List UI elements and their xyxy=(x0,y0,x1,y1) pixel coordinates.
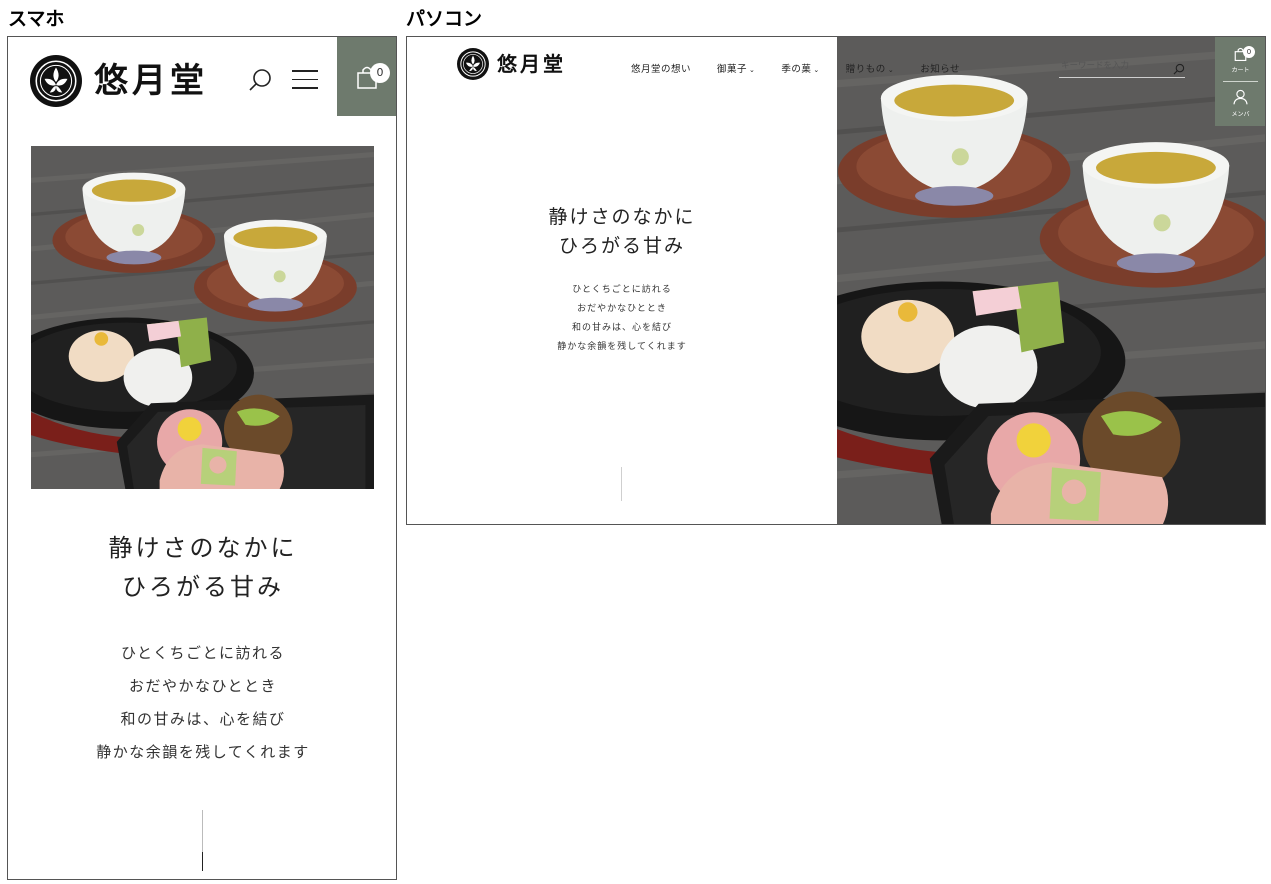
crest-logo-icon xyxy=(457,48,489,80)
pc-frame: 悠月堂 悠月堂の想い 御菓子⌄ 季の菓⌄ 贈りもの⌄ お知らせ 0 カート xyxy=(406,36,1266,525)
hero-copy-line: 和の甘みは、心を結び xyxy=(120,710,286,728)
chevron-down-icon: ⌄ xyxy=(749,66,756,74)
cart-button[interactable]: 0 カート xyxy=(1215,37,1265,80)
hero-copy-line: 和の甘みは、心を結び xyxy=(571,323,672,333)
search-icon[interactable] xyxy=(248,67,274,93)
hero-copy-line: ひとくちごとに訪れる xyxy=(120,644,286,662)
hero-copy: ひとくちごとに訪れる おだやかなひととき 和の甘みは、心を結び 静かな余韻を残し… xyxy=(8,637,396,769)
hero-heading-line: ひろがる甘み xyxy=(558,235,685,257)
hero-copy-line: 静かな余韻を残してくれます xyxy=(557,342,687,352)
user-icon xyxy=(1233,89,1248,105)
nav-item-sweets[interactable]: 御菓子 ⌄ xyxy=(717,61,755,75)
hero-copy-line: 静かな余韻を残してくれます xyxy=(96,743,310,761)
hero-copy-line: おだやかなひととき xyxy=(577,304,667,314)
hero-copy-line: ひとくちごとに訪れる xyxy=(572,285,672,295)
search-bar xyxy=(1059,57,1185,78)
search-input[interactable] xyxy=(1059,57,1167,75)
divider xyxy=(1223,81,1258,82)
nav-item-gifts[interactable]: 贈りもの ⌄ xyxy=(846,61,894,75)
brand-logo[interactable]: 悠月堂 xyxy=(30,55,208,107)
brand-name: 悠月堂 xyxy=(94,61,208,101)
cart-button[interactable]: 0 xyxy=(337,37,396,116)
scroll-indicator xyxy=(202,810,203,871)
nav-item-news[interactable]: お知らせ xyxy=(920,61,960,75)
member-button[interactable]: メンバ xyxy=(1215,83,1265,126)
cart-count-badge: 0 xyxy=(1243,46,1255,58)
crest-logo-icon xyxy=(30,55,82,107)
nav-item-philosophy[interactable]: 悠月堂の想い xyxy=(631,61,691,75)
hero-copy: ひとくちごとに訪れる おだやかなひととき 和の甘みは、心を結び 静かな余韻を残し… xyxy=(407,281,837,357)
hero-copy-line: おだやかなひととき xyxy=(128,677,278,695)
cart-label: カート xyxy=(1231,67,1250,74)
cart-count-badge: 0 xyxy=(370,63,390,83)
hero-image xyxy=(837,37,1266,525)
chevron-down-icon: ⌄ xyxy=(813,66,820,74)
mobile-frame: 悠月堂 0 静けさのなかに ひろがる甘み ひとくちごとに訪れる おだやかなひとと… xyxy=(7,36,397,880)
brand-name: 悠月堂 xyxy=(497,52,566,76)
hero-heading-line: 静けさのなかに xyxy=(548,206,696,228)
member-label: メンバ xyxy=(1231,111,1250,118)
main-nav: 悠月堂の想い 御菓子 ⌄ 季の菓 ⌄ 贈りもの ⌄ お知らせ xyxy=(631,61,986,75)
scroll-indicator xyxy=(621,467,622,501)
brand-logo[interactable]: 悠月堂 xyxy=(457,48,566,80)
hero-heading: 静けさのなかに ひろがる甘み xyxy=(407,203,837,261)
hero-heading-line: ひろがる甘み xyxy=(122,573,284,601)
hamburger-menu-icon[interactable] xyxy=(292,70,318,90)
search-icon[interactable] xyxy=(1173,60,1185,79)
nav-item-seasonal[interactable]: 季の菓 ⌄ xyxy=(781,61,819,75)
chevron-down-icon: ⌄ xyxy=(887,66,895,74)
pc-section-label: パソコン xyxy=(406,8,483,30)
hero-image xyxy=(31,146,374,489)
mobile-section-label: スマホ xyxy=(8,8,65,30)
hero-heading-line: 静けさのなかに xyxy=(108,534,298,562)
hero-heading: 静けさのなかに ひろがる甘み xyxy=(8,529,396,607)
side-utility-panel: 0 カート メンバ xyxy=(1215,37,1265,126)
